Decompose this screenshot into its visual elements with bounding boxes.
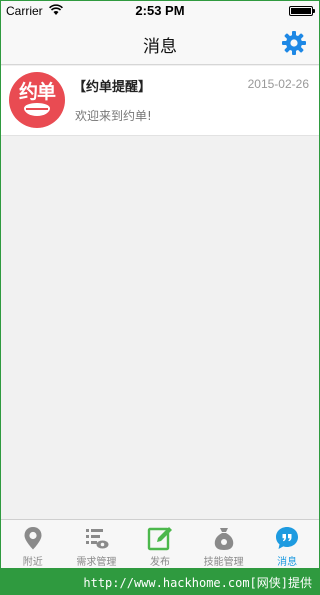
list-eye-icon xyxy=(86,529,109,549)
location-pin-icon xyxy=(24,527,42,550)
tab-publish[interactable]: 发布 xyxy=(128,520,192,568)
tab-label: 技能管理 xyxy=(203,557,244,568)
tab-bar: 附近 需求管理 发布 技能管理 消息 xyxy=(1,519,319,568)
gear-icon[interactable] xyxy=(281,30,307,56)
chat-bubble-icon xyxy=(276,527,299,549)
watermark-text: http://www.hackhome.com[网侠]提供 xyxy=(83,576,312,590)
tab-label: 发布 xyxy=(149,557,170,568)
tab-demand-management[interactable]: 需求管理 xyxy=(65,520,129,568)
lips-icon xyxy=(24,103,50,116)
message-item[interactable]: 约单 【约单提醒】 2015-02-26 欢迎来到约单! xyxy=(1,66,319,136)
tab-label: 附近 xyxy=(22,557,43,568)
page-title: 消息 xyxy=(143,37,177,57)
watermark-strip: http://www.hackhome.com[网侠]提供 xyxy=(0,570,320,595)
tab-skill-management[interactable]: 技能管理 xyxy=(192,520,256,568)
message-date: 2015-02-26 xyxy=(247,77,309,91)
navigation-bar: 消息 xyxy=(1,21,319,65)
tab-label: 消息 xyxy=(277,557,298,568)
money-bag-icon xyxy=(214,528,233,550)
message-preview: 欢迎来到约单! xyxy=(75,109,152,123)
app-screen: Carrier 2:53 PM 消息 约单 【约单提醒】 2015-02-26 … xyxy=(1,1,319,568)
avatar: 约单 xyxy=(9,72,65,128)
message-title: 【约单提醒】 xyxy=(73,80,152,95)
battery-icon xyxy=(289,6,315,16)
compose-icon xyxy=(147,527,172,551)
tab-label: 需求管理 xyxy=(76,557,117,568)
tab-messages[interactable]: 消息 xyxy=(255,520,319,568)
clock: 2:53 PM xyxy=(135,3,185,18)
status-bar: Carrier 2:53 PM xyxy=(1,1,319,21)
avatar-logo-text: 约单 xyxy=(18,81,56,103)
tab-nearby[interactable]: 附近 xyxy=(1,520,65,568)
